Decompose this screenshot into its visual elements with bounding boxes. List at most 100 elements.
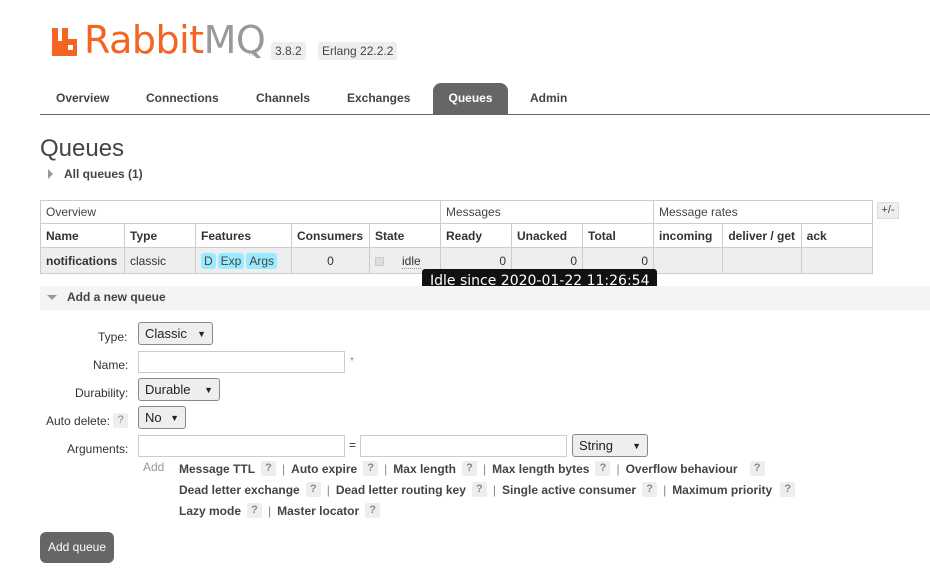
deliver-get-cell	[722, 247, 802, 274]
auto-delete-select[interactable]: No ▼	[138, 406, 186, 429]
feature-badge-exp: Exp	[217, 252, 245, 269]
help-icon[interactable]: ?	[247, 503, 263, 518]
separator: |	[268, 503, 272, 518]
consumers-cell: 0	[291, 247, 370, 274]
trademark-mark: TM	[248, 52, 257, 58]
help-icon[interactable]: ?	[305, 482, 321, 497]
arg-link-dead-letter-routing-key[interactable]: Dead letter routing key	[336, 483, 466, 497]
arg-link-max-length[interactable]: Max length	[393, 462, 456, 476]
separator: |	[616, 461, 620, 476]
separator: |	[384, 461, 388, 476]
all-queues-toggle[interactable]: All queues (1)	[48, 167, 143, 181]
name-label: Name:	[93, 358, 129, 372]
main-tabs: Overview Connections Channels Exchanges …	[40, 83, 930, 115]
erlang-version-badge: Erlang 22.2.2	[318, 42, 398, 60]
group-overview: Overview	[40, 200, 441, 224]
type-label: Type:	[98, 330, 128, 344]
auto-delete-label: Auto delete:	[46, 414, 111, 428]
required-marker: *	[350, 356, 354, 367]
col-consumers[interactable]: Consumers	[291, 223, 370, 248]
col-ack[interactable]: ack	[800, 223, 874, 248]
state-label[interactable]: idle	[402, 253, 421, 269]
help-icon[interactable]: ?	[471, 482, 487, 497]
queue-name-input[interactable]	[138, 351, 345, 373]
argument-value-input[interactable]	[360, 435, 567, 457]
argument-links-row-3: Lazy mode? | Master locator?	[179, 503, 381, 518]
add-argument-label: Add	[143, 460, 165, 474]
auto-delete-help-icon[interactable]: ?	[113, 413, 128, 428]
help-icon[interactable]: ?	[749, 461, 765, 476]
col-features[interactable]: Features	[195, 223, 292, 248]
tab-connections[interactable]: Connections	[132, 83, 233, 114]
add-queue-section-title: Add a new queue	[67, 290, 166, 304]
group-message-rates: Message rates	[653, 200, 873, 224]
queue-name-cell[interactable]: notifications	[40, 247, 125, 274]
queue-type-select[interactable]: Classic ▼	[138, 322, 213, 345]
durability-value: Durable	[145, 382, 191, 397]
col-type[interactable]: Type	[124, 223, 196, 248]
help-icon[interactable]: ?	[261, 461, 277, 476]
arg-link-message-ttl[interactable]: Message TTL	[179, 462, 255, 476]
tab-overview[interactable]: Overview	[42, 83, 123, 114]
argument-key-input[interactable]	[138, 435, 345, 457]
table-group-header: Overview Messages Message rates	[40, 200, 873, 224]
queue-features-cell: D Exp Args	[195, 247, 292, 274]
version-badge: 3.8.2	[271, 42, 306, 60]
argument-type-value: String	[579, 438, 613, 453]
separator: |	[326, 482, 330, 497]
arg-link-master-locator[interactable]: Master locator	[277, 504, 359, 518]
feature-badge-args: Args	[246, 252, 278, 269]
feature-badge-durable: D	[201, 252, 216, 269]
col-total[interactable]: Total	[582, 223, 654, 248]
help-icon[interactable]: ?	[461, 461, 477, 476]
arg-link-lazy-mode[interactable]: Lazy mode	[179, 504, 241, 518]
col-deliver-get[interactable]: deliver / get	[722, 223, 802, 248]
argument-links-row-1: Message TTL? | Auto expire? | Max length? |…	[179, 461, 765, 476]
arg-link-auto-expire[interactable]: Auto expire	[291, 462, 357, 476]
expand-arrow-icon	[48, 169, 53, 179]
page-title: Queues	[40, 135, 125, 162]
collapse-arrow-icon	[47, 294, 57, 300]
arg-link-overflow-behaviour[interactable]: Overflow behaviour	[626, 462, 738, 476]
col-incoming[interactable]: incoming	[652, 223, 724, 248]
header: RabbitMQ TM 3.8.2 Erlang 22.2.2	[0, 0, 930, 70]
incoming-cell	[652, 247, 724, 274]
durability-select[interactable]: Durable ▼	[138, 378, 220, 401]
separator: |	[482, 461, 487, 476]
column-options-button[interactable]: +/-	[877, 202, 899, 219]
durability-label: Durability:	[75, 386, 129, 400]
chevron-down-icon: ▼	[204, 384, 213, 395]
chevron-down-icon: ▼	[197, 328, 206, 339]
tab-channels[interactable]: Channels	[242, 83, 324, 114]
arg-link-single-active-consumer[interactable]: Single active consumer	[502, 483, 636, 497]
help-icon[interactable]: ?	[642, 482, 658, 497]
add-queue-toggle[interactable]: Add a new queue	[47, 290, 166, 304]
tab-admin[interactable]: Admin	[516, 83, 581, 114]
separator: |	[282, 461, 286, 476]
equals-sign: =	[349, 438, 357, 452]
chevron-down-icon: ▼	[632, 440, 641, 451]
tab-queues[interactable]: Queues	[433, 83, 508, 114]
help-icon[interactable]: ?	[365, 503, 381, 518]
col-ready[interactable]: Ready	[440, 223, 512, 248]
arg-link-max-length-bytes[interactable]: Max length bytes	[492, 462, 589, 476]
help-icon[interactable]: ?	[780, 482, 796, 497]
group-messages: Messages	[440, 200, 654, 224]
separator: |	[663, 482, 667, 497]
queue-name-link[interactable]: notifications	[46, 254, 117, 268]
argument-links-row-2: Dead letter exchange? | Dead letter routi…	[179, 482, 796, 497]
arg-link-maximum-priority[interactable]: Maximum priority	[672, 483, 772, 497]
arg-link-dead-letter-exchange[interactable]: Dead letter exchange	[179, 483, 300, 497]
queue-type-value: Classic	[145, 326, 187, 341]
logo-wordmark: RabbitMQ	[84, 18, 266, 62]
col-name[interactable]: Name	[40, 223, 125, 248]
table-column-header: Name Type Features Consumers State Ready…	[40, 223, 874, 248]
help-icon[interactable]: ?	[595, 461, 611, 476]
add-queue-button[interactable]: Add queue	[40, 532, 114, 563]
help-icon[interactable]: ?	[363, 461, 379, 476]
col-unacked[interactable]: Unacked	[511, 223, 583, 248]
chevron-down-icon: ▼	[170, 412, 179, 423]
tab-exchanges[interactable]: Exchanges	[333, 83, 424, 114]
col-state[interactable]: State	[369, 223, 441, 248]
argument-type-select[interactable]: String ▼	[572, 434, 648, 457]
